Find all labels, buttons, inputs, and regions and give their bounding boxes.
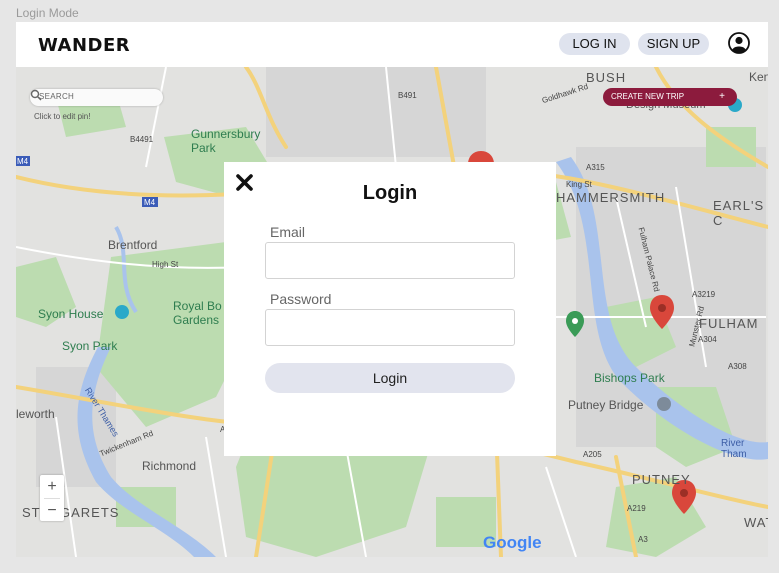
create-trip-label: CREATE NEW TRIP <box>611 92 685 101</box>
map-label-river-thames-right: River Tham <box>721 438 747 460</box>
road-label: A308 <box>728 362 747 371</box>
road-label: B491 <box>398 91 417 100</box>
map-label-royal-bo: Royal Bo <box>173 299 222 313</box>
google-logo-text: Google <box>483 533 542 552</box>
email-label: Email <box>270 224 306 240</box>
password-field[interactable] <box>265 309 515 346</box>
screen-caption: Login Mode <box>16 6 79 20</box>
road-label: King St <box>566 180 592 189</box>
login-nav-button[interactable]: LOG IN <box>559 33 630 55</box>
user-circle-icon[interactable] <box>728 32 750 54</box>
map-label-earls: EARL'S C <box>713 198 765 228</box>
road-label: M4 <box>17 157 29 166</box>
road-label: M4 <box>144 198 156 207</box>
create-trip-button[interactable]: CREATE NEW TRIP + <box>603 88 737 106</box>
edit-pin-hint: Click to edit pin! <box>34 112 91 121</box>
map-label-fulham: FULHAM <box>699 316 759 331</box>
map-label-ken: Ken <box>749 70 768 84</box>
search-icon[interactable] <box>30 89 42 101</box>
map-label-isleworth: leworth <box>16 407 55 421</box>
road-label: A304 <box>698 335 717 344</box>
road-label: A3219 <box>692 290 716 299</box>
road-label: A219 <box>627 504 646 513</box>
map-label-st-margarets: ST RGARETS <box>22 505 120 520</box>
map-label-bush: BUSH <box>586 70 627 85</box>
signup-nav-button[interactable]: SIGN UP <box>638 33 709 55</box>
map-label-putney-bridge: Putney Bridge <box>568 398 644 412</box>
google-attribution: Google <box>483 533 542 553</box>
plus-icon: + <box>719 91 725 102</box>
login-submit-button[interactable]: Login <box>265 363 515 393</box>
map-label-brentford: Brentford <box>108 238 158 252</box>
app-logo[interactable]: WANDER <box>38 35 130 56</box>
zoom-out-button[interactable]: − <box>40 499 64 522</box>
map-label-richmond: Richmond <box>142 459 197 473</box>
map-label-wat: WAT <box>744 515 768 530</box>
road-label: A3 <box>638 535 648 544</box>
map-label-gardens: Gardens <box>173 313 220 327</box>
map-search-bar[interactable]: SEARCH <box>30 89 163 106</box>
modal-title: Login <box>362 182 418 204</box>
zoom-in-button[interactable]: + <box>40 475 64 498</box>
map-label-hammersmith: HAMMERSMITH <box>556 190 666 205</box>
map-label-syon-house: Syon House <box>38 307 104 321</box>
top-bar: WANDER LOG IN SIGN UP <box>16 22 768 67</box>
road-label: B4491 <box>130 135 154 144</box>
search-placeholder: SEARCH <box>39 92 75 101</box>
map-label-putney: PUTNEY <box>632 472 691 487</box>
road-label: High St <box>152 260 179 269</box>
road-label: A315 <box>586 163 605 172</box>
map-label-bishops-park: Bishops Park <box>594 371 665 385</box>
map-label-syon-park: Syon Park <box>62 339 118 353</box>
zoom-control: + − <box>40 475 64 521</box>
email-field[interactable] <box>265 242 515 279</box>
road-label: A205 <box>583 450 602 459</box>
password-label: Password <box>270 291 332 307</box>
login-modal: Login Email Password Login <box>224 162 556 456</box>
map-label-gunnersbury: Gunnersbury Park <box>191 127 261 155</box>
